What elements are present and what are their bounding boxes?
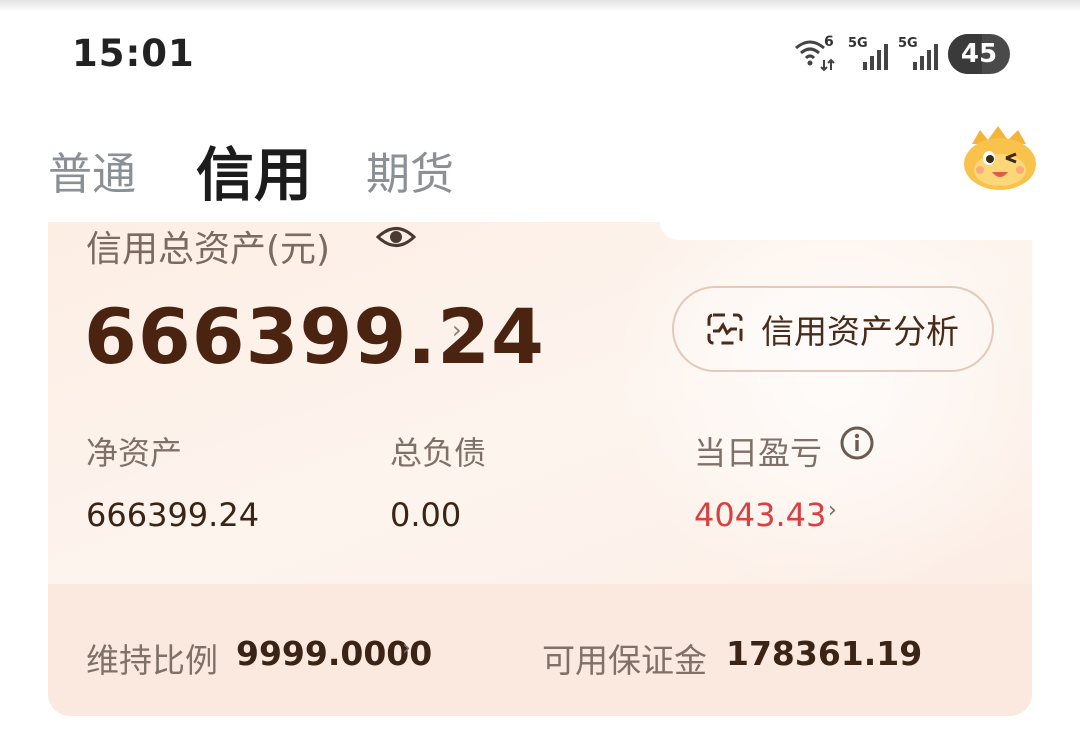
signal-icon-sim1: 5G <box>848 36 888 72</box>
net-assets-label: 净资产 <box>86 434 183 472</box>
chevron-right-icon[interactable]: › <box>452 316 462 344</box>
available-margin-value: 178361.19 <box>726 634 923 673</box>
available-margin-label: 可用保证金 <box>542 641 707 680</box>
total-liabilities-value: 0.00 <box>390 496 462 534</box>
daily-pnl-label: 当日盈亏 <box>694 434 823 472</box>
credit-analysis-button[interactable]: 信用资产分析 <box>672 286 994 372</box>
total-assets-value[interactable]: 666399.24 <box>84 292 545 381</box>
total-assets-label: 信用总资产(元) <box>86 229 331 270</box>
credit-analysis-label: 信用资产分析 <box>761 312 959 351</box>
tab-futures[interactable]: 期货 <box>366 138 454 202</box>
info-icon[interactable] <box>840 426 874 460</box>
chart-analysis-icon <box>707 313 743 345</box>
card-notch <box>660 222 1032 240</box>
battery-icon: 45 <box>948 34 1010 74</box>
total-liabilities-label: 总负债 <box>390 434 487 472</box>
wifi-icon: 6 <box>794 34 838 72</box>
chevron-right-icon[interactable]: › <box>402 636 411 661</box>
eye-icon[interactable] <box>375 222 417 252</box>
mascot-icon[interactable] <box>962 124 1038 192</box>
net-assets-value: 666399.24 <box>86 496 260 534</box>
wifi-label: 6 <box>824 34 834 50</box>
signal-icon-sim2: 5G <box>898 36 938 72</box>
daily-pnl-value[interactable]: 4043.43 <box>694 496 826 534</box>
battery-level: 45 <box>960 39 998 69</box>
top-shade <box>0 0 1080 12</box>
status-icons: 6 5G 5G 45 <box>794 34 1010 74</box>
tab-normal[interactable]: 普通 <box>48 138 136 202</box>
status-time: 15:01 <box>72 32 195 75</box>
chevron-right-icon[interactable]: › <box>828 498 837 523</box>
maintenance-ratio-label: 维持比例 <box>86 641 218 680</box>
tab-credit[interactable]: 信用 <box>196 128 312 212</box>
